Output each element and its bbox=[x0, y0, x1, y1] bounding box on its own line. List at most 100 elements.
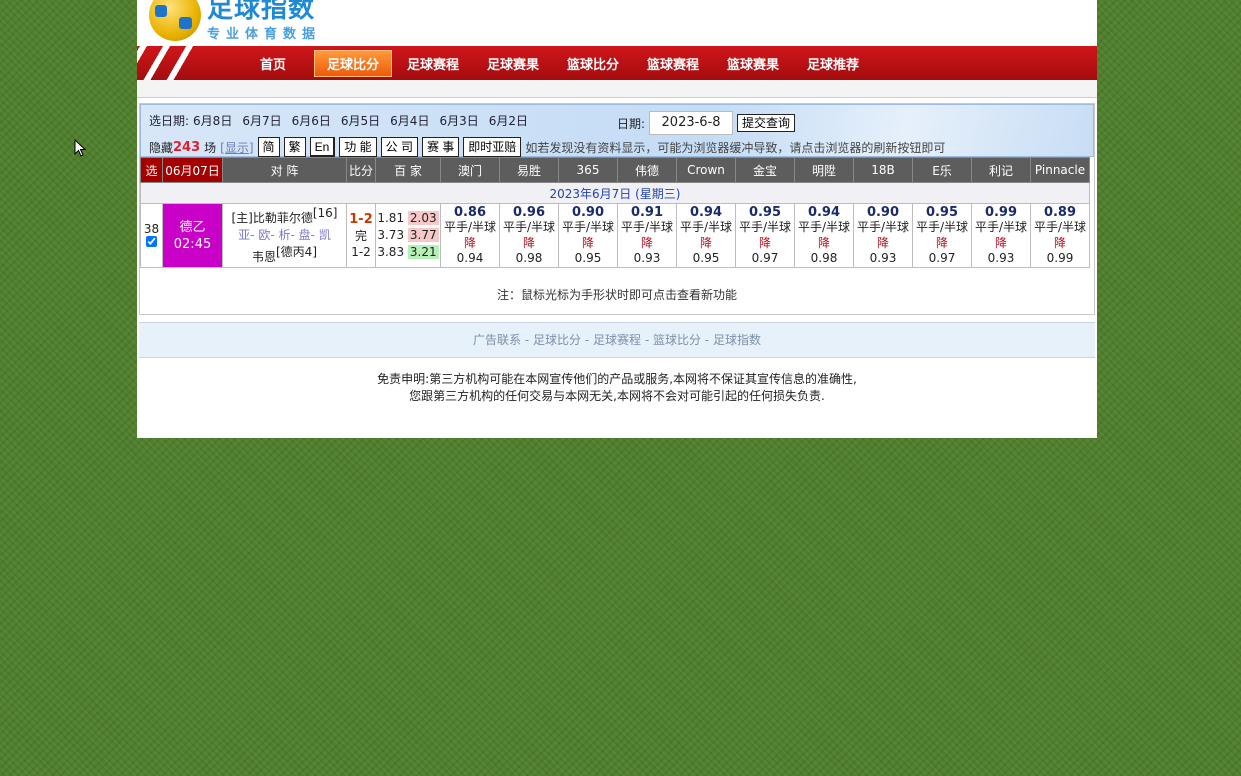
bookmaker-odds-cell[interactable]: 0.90 平手/半球降 0.95 bbox=[558, 203, 618, 268]
odds-away: 0.97 bbox=[928, 251, 956, 265]
show-hidden-link[interactable]: [显示] bbox=[220, 139, 253, 156]
odds-home: 0.89 bbox=[1043, 204, 1077, 220]
odds-line: 平手/半球 bbox=[974, 220, 1028, 234]
bookmaker-odds-cell[interactable]: 0.89 平手/半球降 0.99 bbox=[1030, 203, 1090, 268]
odds-direction: 降 bbox=[463, 235, 476, 250]
odds-home: 0.90 bbox=[571, 204, 605, 220]
date-link[interactable]: 6月5日 bbox=[341, 114, 380, 128]
panel-button[interactable]: 功 能 bbox=[339, 137, 377, 157]
odds-line: 平手/半球 bbox=[502, 220, 556, 234]
match-number: 38 bbox=[143, 221, 160, 236]
header-match: 对 阵 bbox=[222, 157, 347, 183]
nav-item[interactable]: 足球赛程 bbox=[393, 51, 473, 76]
header-bookmaker: 明陞 bbox=[794, 157, 854, 183]
footer-links: 广告联系 - 足球比分 - 足球赛程 - 篮球比分 - 足球指数 bbox=[139, 322, 1095, 358]
odds-away: 0.98 bbox=[810, 251, 838, 265]
away-team[interactable]: 韦恩 bbox=[252, 250, 276, 264]
odds-line: 平手/半球 bbox=[915, 220, 969, 234]
header-bookmaker: 利记 bbox=[971, 157, 1031, 183]
league-cell[interactable]: 德乙 02:45 bbox=[162, 203, 223, 268]
select-date-label: 选日期: bbox=[149, 114, 190, 128]
date-link[interactable]: 6月2日 bbox=[489, 114, 528, 128]
header-bookmaker: 365 bbox=[558, 157, 618, 183]
footer-link[interactable]: 广告联系 bbox=[473, 333, 521, 347]
baijia-draw-open: 3.73 bbox=[377, 228, 405, 242]
odds-direction: 降 bbox=[935, 235, 948, 250]
bookmaker-odds-cell[interactable]: 0.86 平手/半球降 0.94 bbox=[440, 203, 500, 268]
bookmaker-odds-cell[interactable]: 0.99 平手/半球降 0.93 bbox=[971, 203, 1031, 268]
match-link[interactable]: 凯 bbox=[319, 228, 331, 242]
nav-item[interactable]: 篮球比分 bbox=[553, 51, 633, 76]
bookmaker-odds-cell[interactable]: 0.94 平手/半球降 0.95 bbox=[676, 203, 736, 268]
site-logo[interactable]: 足球指数 专业体育数据 bbox=[149, 0, 321, 44]
hidden-suffix: 场 bbox=[204, 140, 217, 155]
football-logo-icon bbox=[149, 0, 201, 41]
odds-home: 0.99 bbox=[984, 204, 1018, 220]
date-label: 日期: bbox=[617, 116, 646, 131]
panel-button[interactable]: En bbox=[309, 137, 336, 157]
home-team[interactable]: [主]比勒菲尔德 bbox=[231, 211, 312, 225]
final-score: 1-2 bbox=[349, 211, 373, 227]
panel-button[interactable]: 即时亚赔 bbox=[463, 137, 522, 157]
header-bookmaker: 伟德 bbox=[617, 157, 677, 183]
odds-away: 0.95 bbox=[692, 251, 720, 265]
panel-button[interactable]: 繁 bbox=[283, 137, 306, 157]
header-bookmaker: E乐 bbox=[912, 157, 972, 183]
match-link[interactable]: 欧 bbox=[258, 228, 270, 242]
scores-box: 选日期: 6月8日 6月7日 6月6日 6月5日 6月4日 6月3日 6月2日 日期: 202… bbox=[139, 103, 1095, 315]
bookmaker-odds-cell[interactable]: 0.94 平手/半球降 0.98 bbox=[794, 203, 854, 268]
date-link[interactable]: 6月6日 bbox=[292, 114, 331, 128]
tip-note: 注：鼠标光标为手形状时即可点击查看新功能 bbox=[496, 288, 737, 302]
table-row: 38 德乙 02:45 [主]比勒菲尔德[16] 亚- 欧- 析- 盘- 凯 韦恩… bbox=[140, 203, 1090, 268]
bookmaker-odds-cell[interactable]: 0.90 平手/半球降 0.93 bbox=[853, 203, 913, 268]
footer-link[interactable]: 足球比分 bbox=[533, 333, 581, 347]
date-selector: 选日期: 6月8日 6月7日 6月6日 6月5日 6月4日 6月3日 6月2日 bbox=[149, 112, 548, 129]
date-input[interactable]: 2023-6-8 bbox=[649, 111, 734, 135]
nav-item[interactable]: 足球推荐 bbox=[793, 51, 873, 76]
odds-direction: 降 bbox=[758, 235, 771, 250]
nav-item[interactable]: 足球比分 bbox=[314, 49, 392, 77]
disclaimer-line: 您跟第三方机构的任何交易与本网无关,本网将不会对可能引起的任何损失负责. bbox=[409, 389, 825, 403]
bookmaker-odds-cell[interactable]: 0.95 平手/半球降 0.97 bbox=[912, 203, 972, 268]
odds-line: 平手/半球 bbox=[561, 220, 615, 234]
footer-link[interactable]: 篮球比分 bbox=[653, 333, 701, 347]
match-link[interactable]: 析 bbox=[278, 228, 290, 242]
bookmaker-odds-cell[interactable]: 0.91 平手/半球降 0.93 bbox=[617, 203, 677, 268]
odds-home: 0.94 bbox=[807, 204, 841, 220]
nav-item[interactable]: 首页 bbox=[233, 51, 313, 76]
match-link[interactable]: 亚 bbox=[238, 228, 250, 242]
date-link[interactable]: 6月8日 bbox=[193, 114, 232, 128]
footer-link[interactable]: 足球赛程 bbox=[593, 333, 641, 347]
header-score: 比分 bbox=[346, 157, 376, 183]
odds-away: 0.93 bbox=[633, 251, 661, 265]
match-checkbox[interactable] bbox=[146, 235, 157, 247]
header-bookmaker: 金宝 bbox=[735, 157, 795, 183]
odds-away: 0.94 bbox=[456, 251, 484, 265]
hidden-label: 隐藏 bbox=[149, 140, 174, 155]
nav-item[interactable]: 足球赛果 bbox=[473, 51, 553, 76]
panel-button[interactable]: 公 司 bbox=[380, 137, 418, 157]
date-link[interactable]: 6月7日 bbox=[242, 114, 281, 128]
odds-direction: 降 bbox=[1053, 235, 1066, 250]
header-bookmaker: Pinnacle bbox=[1030, 157, 1090, 183]
home-rank: [16] bbox=[312, 206, 338, 220]
date-link[interactable]: 6月4日 bbox=[390, 114, 429, 128]
bookmaker-odds-cell[interactable]: 0.95 平手/半球降 0.97 bbox=[735, 203, 795, 268]
panel-button[interactable]: 简 bbox=[257, 137, 280, 157]
nav-item[interactable]: 篮球赛程 bbox=[633, 51, 713, 76]
submit-query-button[interactable]: 提交查询 bbox=[737, 114, 796, 132]
odds-away: 0.97 bbox=[751, 251, 779, 265]
bookmaker-odds-cell[interactable]: 0.96 平手/半球降 0.98 bbox=[499, 203, 559, 268]
nav-item[interactable]: 篮球赛果 bbox=[713, 51, 793, 76]
odds-home: 0.94 bbox=[689, 204, 723, 220]
disclaimer: 免责申明:第三方机构可能在本网宣传他们的产品或服务,本网将不保证其宣传信息的准确… bbox=[137, 371, 1097, 405]
odds-line: 平手/半球 bbox=[679, 220, 733, 234]
panel-button[interactable]: 赛 事 bbox=[421, 137, 460, 157]
odds-home: 0.91 bbox=[630, 204, 664, 220]
filter-panel: 选日期: 6月8日 6月7日 6月6日 6月5日 6月4日 6月3日 6月2日 日期: 202… bbox=[140, 104, 1094, 157]
odds-away: 0.98 bbox=[515, 251, 543, 265]
date-link[interactable]: 6月3日 bbox=[439, 114, 478, 128]
odds-direction: 降 bbox=[876, 235, 889, 250]
footer-link[interactable]: 足球指数 bbox=[713, 333, 761, 347]
match-link[interactable]: 盘 bbox=[299, 228, 311, 242]
